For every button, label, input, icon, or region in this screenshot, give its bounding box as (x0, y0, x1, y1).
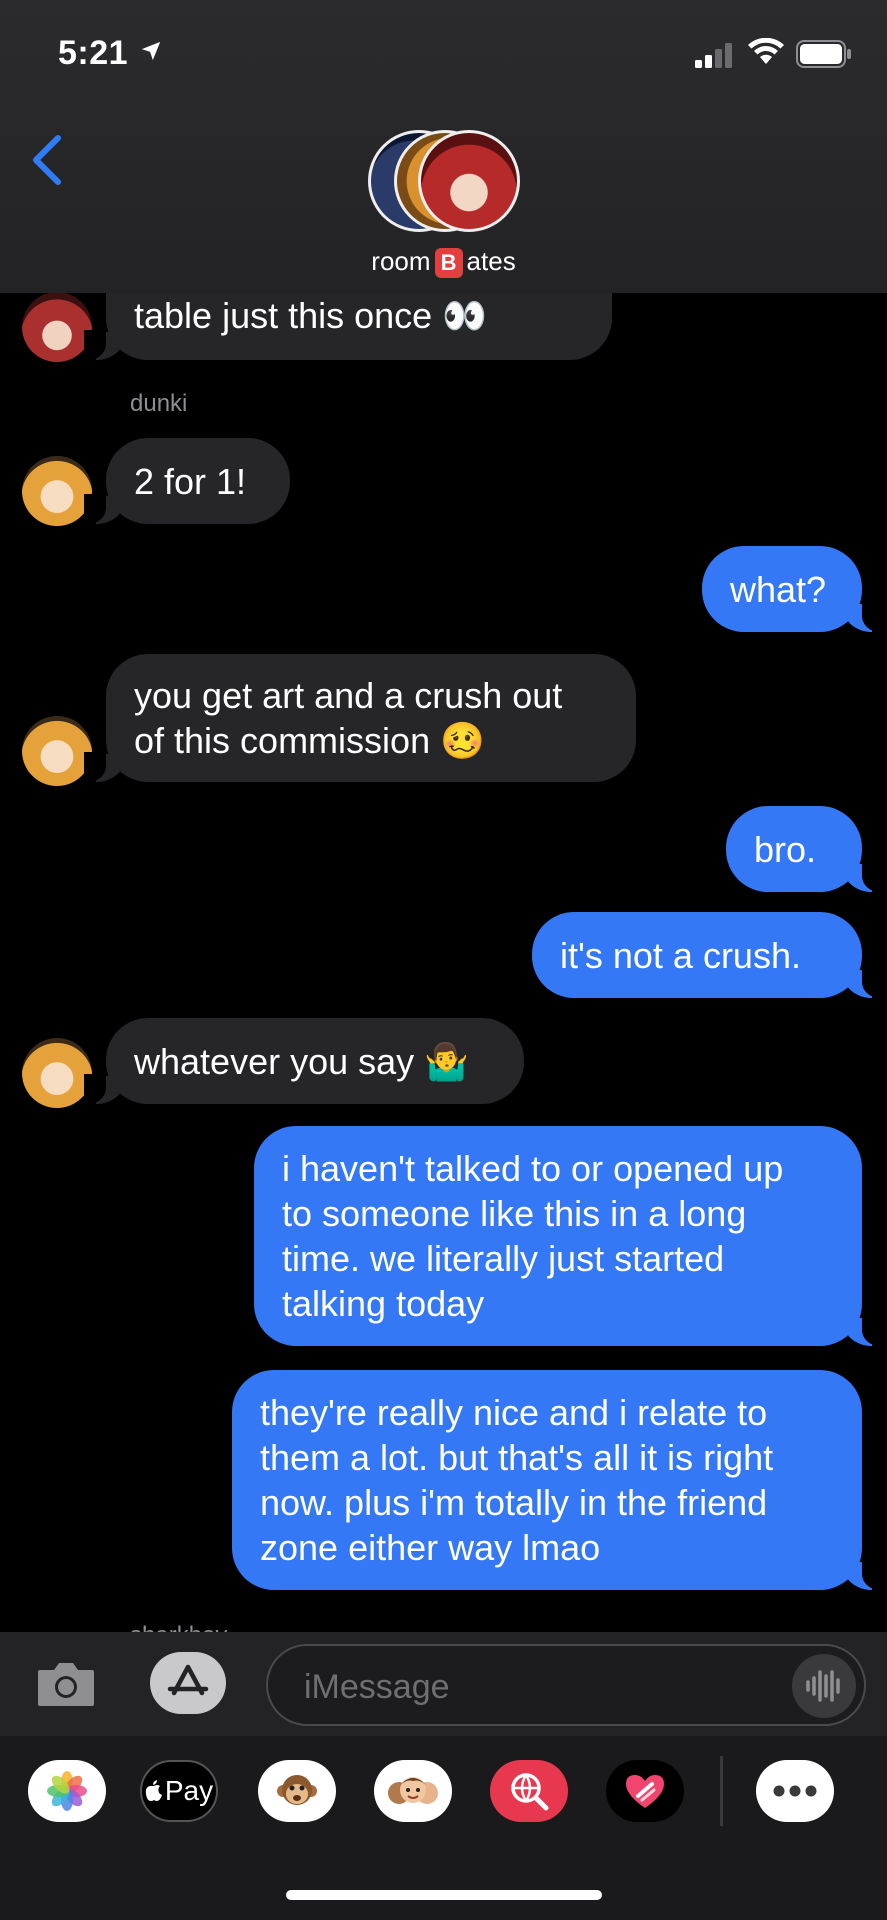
message-text: you get art and a crush out of this comm… (134, 675, 563, 761)
message-text: table just this once 👀 (134, 295, 488, 336)
group-avatar-stack[interactable] (368, 130, 520, 234)
heart-touch-icon (626, 1775, 664, 1808)
wifi-icon (748, 38, 784, 64)
group-name-part-1: room (371, 246, 431, 276)
message-text: bro. (754, 828, 817, 870)
apple-pay-label: Pay (164, 1775, 214, 1806)
sender-avatar[interactable] (22, 456, 92, 526)
back-chevron-icon[interactable] (30, 134, 66, 186)
message-text: whatever you say 🤷‍♂️ (134, 1040, 469, 1082)
photos-icon (47, 1771, 87, 1811)
message-bubble-incoming[interactable]: you get art and a crush out of this comm… (84, 654, 636, 782)
message-text: what? (730, 568, 827, 610)
group-name-part-2: ates (466, 246, 516, 276)
message-bubble-outgoing[interactable]: it's not a crush. (532, 912, 884, 998)
message-text: it's not a crush. (560, 934, 801, 976)
conversation-header: 5:21 room Bates (0, 0, 887, 293)
sender-avatar[interactable] (22, 292, 92, 362)
app-store-icon (167, 1664, 209, 1696)
waveform-icon (806, 1670, 840, 1702)
sender-avatar[interactable] (22, 716, 92, 786)
photos-app-button[interactable] (28, 1760, 106, 1822)
message-text: i haven't talked to or opened up to some… (282, 1148, 784, 1324)
status-time: 5:21 (58, 34, 129, 72)
apple-logo-icon (145, 1780, 162, 1801)
message-text: 2 for 1! (134, 460, 247, 502)
battery-icon (796, 40, 851, 68)
message-bubble-outgoing[interactable]: they're really nice and i relate to them… (232, 1370, 884, 1590)
audio-message-button[interactable] (792, 1654, 856, 1718)
digital-touch-app-button[interactable] (606, 1760, 684, 1822)
animoji-app-button[interactable] (258, 1760, 336, 1822)
group-avatar-3 (418, 130, 520, 232)
message-bubble-incoming[interactable]: whatever you say 🤷‍♂️ (84, 1018, 524, 1104)
message-bubble-outgoing[interactable]: i haven't talked to or opened up to some… (254, 1126, 884, 1346)
app-store-button[interactable] (150, 1652, 226, 1714)
camera-icon[interactable] (36, 1658, 96, 1708)
globe-search-icon (511, 1773, 549, 1811)
location-arrow-icon (141, 41, 161, 61)
message-bubble-incoming[interactable]: 2 for 1! (84, 438, 290, 524)
message-bubble-outgoing[interactable]: what? (702, 546, 884, 632)
sender-name: dunki (130, 390, 188, 417)
memoji-app-button[interactable] (374, 1760, 452, 1822)
message-text: they're really nice and i relate to them… (260, 1392, 774, 1568)
message-bubble-outgoing[interactable]: bro. (726, 806, 884, 892)
apple-pay-button[interactable]: Pay (140, 1760, 218, 1822)
group-name[interactable]: room Bates (0, 246, 887, 279)
cellular-signal-icon (695, 43, 732, 68)
message-input[interactable] (302, 1662, 766, 1712)
monkey-animoji-icon (277, 1775, 317, 1805)
image-search-app-button[interactable] (490, 1760, 568, 1822)
input-bar (0, 1632, 887, 1736)
more-apps-button[interactable] (756, 1760, 834, 1822)
sender-avatar[interactable] (22, 1038, 92, 1108)
drawer-divider (720, 1756, 723, 1826)
message-input-field[interactable] (266, 1644, 866, 1726)
memoji-icon (388, 1777, 438, 1804)
more-ellipsis-icon (773, 1785, 817, 1797)
home-indicator[interactable] (286, 1890, 602, 1900)
b-emoji-badge: B (434, 248, 463, 279)
